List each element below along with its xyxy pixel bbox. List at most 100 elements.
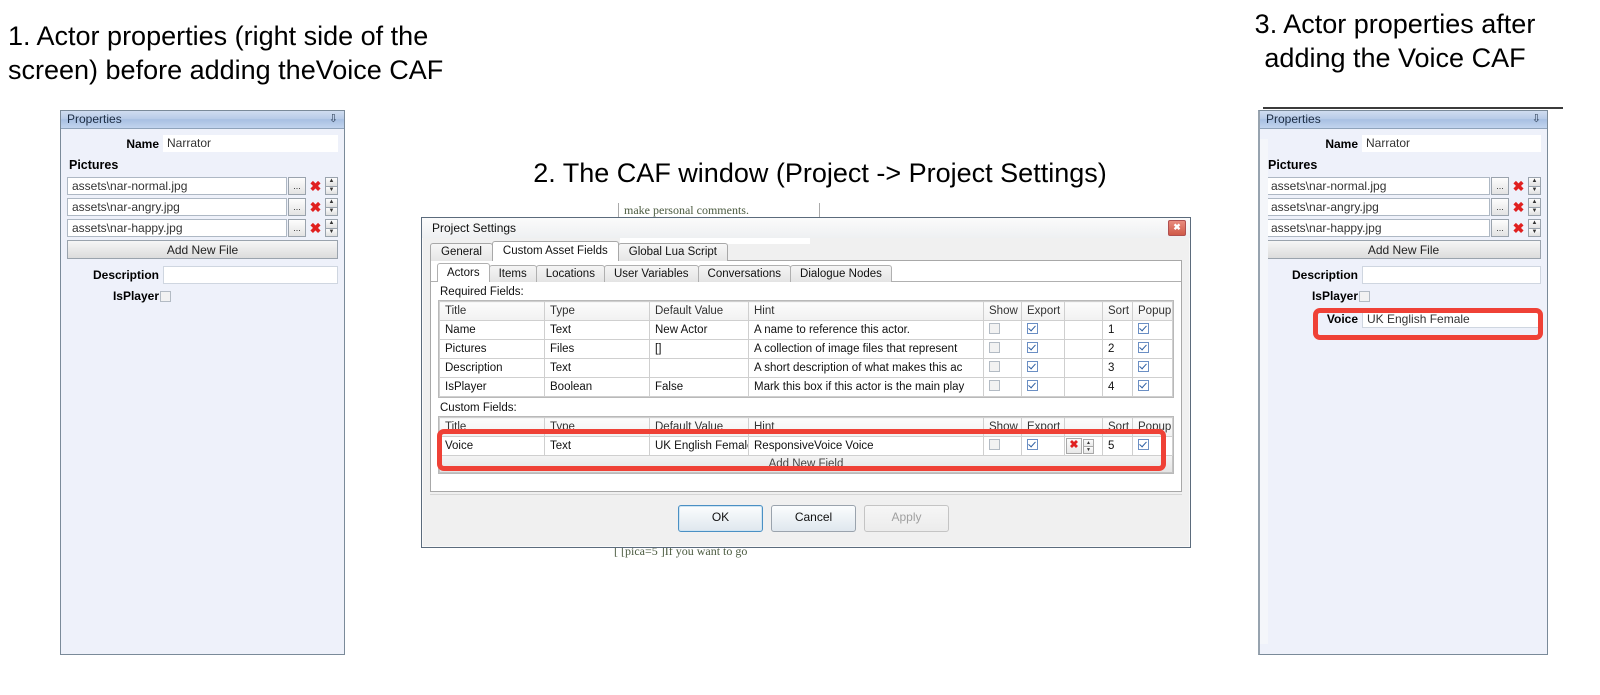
voice-field[interactable]: UK English Female — [1362, 310, 1541, 328]
cell-show[interactable] — [983, 339, 1022, 359]
browse-button[interactable]: ... — [288, 219, 306, 237]
picture-path-field[interactable]: assets\nar-angry.jpg — [67, 198, 287, 216]
tab-user-variables[interactable]: User Variables — [603, 265, 699, 282]
add-new-field-button[interactable]: Add New Field — [439, 456, 1173, 473]
background-text-line: make personal comments. — [624, 203, 749, 217]
export-checkbox[interactable] — [1027, 439, 1038, 450]
cell-default: [] — [649, 339, 749, 359]
cell-popup[interactable] — [1132, 377, 1173, 397]
cell-popup[interactable] — [1132, 358, 1173, 378]
pin-icon[interactable]: ⇩ — [329, 111, 338, 128]
sub-tab-bar: Actors Items Locations User Variables Co… — [431, 261, 1181, 282]
name-field[interactable]: Narrator — [1362, 135, 1541, 152]
browse-button[interactable]: ... — [1491, 219, 1509, 237]
cell-export[interactable] — [1021, 358, 1065, 378]
cell-popup[interactable] — [1132, 320, 1173, 340]
reorder-spinner[interactable]: ▲ ▼ — [1528, 198, 1541, 216]
export-checkbox[interactable] — [1027, 361, 1038, 372]
ok-button[interactable]: OK — [678, 505, 763, 532]
tab-conversations[interactable]: Conversations — [697, 265, 792, 282]
sort-spinner[interactable]: ▲ ▼ — [1083, 438, 1094, 454]
col-show: Show — [983, 417, 1022, 437]
reorder-spinner[interactable]: ▲ ▼ — [325, 219, 338, 237]
popup-checkbox[interactable] — [1138, 439, 1149, 450]
name-field[interactable]: Narrator — [163, 135, 338, 152]
tab-global-lua-script[interactable]: Global Lua Script — [617, 243, 728, 261]
cell-popup[interactable] — [1132, 339, 1173, 359]
show-checkbox[interactable] — [989, 380, 1000, 391]
remove-icon[interactable]: ✖ — [307, 177, 324, 195]
table-row[interactable]: Description Text A short description of … — [439, 358, 1173, 378]
delete-field-icon[interactable]: ✖ — [1066, 438, 1082, 454]
popup-checkbox[interactable] — [1138, 380, 1149, 391]
cell-export[interactable] — [1021, 436, 1065, 456]
tab-general[interactable]: General — [430, 243, 493, 261]
browse-button[interactable]: ... — [1491, 198, 1509, 216]
picture-path-field[interactable]: assets\nar-normal.jpg — [1266, 177, 1490, 195]
show-checkbox[interactable] — [989, 361, 1000, 372]
add-new-file-button[interactable]: Add New File — [1266, 240, 1541, 259]
description-field[interactable] — [163, 266, 338, 284]
reorder-spinner[interactable]: ▲ ▼ — [325, 177, 338, 195]
cell-show[interactable] — [983, 320, 1022, 340]
table-row[interactable]: Name Text New Actor A name to reference … — [439, 320, 1173, 340]
picture-path-field[interactable]: assets\nar-normal.jpg — [67, 177, 287, 195]
cell-show[interactable] — [983, 358, 1022, 378]
name-label: Name — [126, 136, 159, 151]
cell-export[interactable] — [1021, 377, 1065, 397]
reorder-spinner[interactable]: ▲ ▼ — [1528, 177, 1541, 195]
pin-icon[interactable]: ⇩ — [1532, 111, 1541, 128]
remove-icon[interactable]: ✖ — [1510, 177, 1527, 195]
show-checkbox[interactable] — [989, 323, 1000, 334]
cell-actions[interactable]: ✖ ▲ ▼ — [1064, 436, 1103, 456]
show-checkbox[interactable] — [989, 439, 1000, 450]
cell-show[interactable] — [983, 436, 1022, 456]
remove-icon[interactable]: ✖ — [307, 219, 324, 237]
table-row[interactable]: Pictures Files [] A collection of image … — [439, 339, 1173, 359]
picture-path-field[interactable]: assets\nar-angry.jpg — [1266, 198, 1490, 216]
col-title: Title — [439, 417, 545, 437]
remove-icon[interactable]: ✖ — [1510, 198, 1527, 216]
cell-hint: ResponsiveVoice Voice — [748, 436, 984, 456]
browse-button[interactable]: ... — [288, 177, 306, 195]
cell-export[interactable] — [1021, 320, 1065, 340]
tab-locations[interactable]: Locations — [535, 265, 605, 282]
cancel-button[interactable]: Cancel — [771, 505, 856, 532]
tab-custom-asset-fields[interactable]: Custom Asset Fields — [491, 241, 619, 261]
cell-popup[interactable] — [1132, 436, 1173, 456]
popup-checkbox[interactable] — [1138, 323, 1149, 334]
col-popup: Popup — [1132, 417, 1173, 437]
popup-checkbox[interactable] — [1138, 361, 1149, 372]
add-new-file-button[interactable]: Add New File — [67, 240, 338, 259]
apply-button[interactable]: Apply — [864, 505, 949, 532]
voice-label: Voice — [1326, 312, 1358, 326]
tab-dialogue-nodes[interactable]: Dialogue Nodes — [790, 265, 892, 282]
export-checkbox[interactable] — [1027, 342, 1038, 353]
cell-export[interactable] — [1021, 339, 1065, 359]
picture-path-field[interactable]: assets\nar-happy.jpg — [1266, 219, 1490, 237]
picture-path-field[interactable]: assets\nar-happy.jpg — [67, 219, 287, 237]
show-checkbox[interactable] — [989, 342, 1000, 353]
cell-show[interactable] — [983, 377, 1022, 397]
reorder-spinner[interactable]: ▲ ▼ — [1528, 219, 1541, 237]
export-checkbox[interactable] — [1027, 380, 1038, 391]
name-label: Name — [1325, 136, 1358, 151]
tab-items[interactable]: Items — [488, 265, 537, 282]
description-label: Description — [1291, 268, 1358, 282]
isplayer-checkbox[interactable] — [160, 290, 171, 302]
popup-checkbox[interactable] — [1138, 342, 1149, 353]
tab-actors[interactable]: Actors — [437, 263, 490, 282]
table-row[interactable]: IsPlayer Boolean False Mark this box if … — [439, 377, 1173, 397]
browse-button[interactable]: ... — [1491, 177, 1509, 195]
picture-file-row: assets\nar-happy.jpg ... ✖ ▲ ▼ — [1266, 219, 1541, 237]
reorder-spinner[interactable]: ▲ ▼ — [325, 198, 338, 216]
isplayer-checkbox[interactable] — [1359, 290, 1370, 302]
panel-scrollbar[interactable] — [1260, 139, 1268, 644]
description-field[interactable] — [1362, 266, 1541, 284]
close-icon[interactable]: ✖ — [1168, 220, 1186, 236]
table-row[interactable]: Voice Text UK English Female ResponsiveV… — [439, 436, 1173, 456]
export-checkbox[interactable] — [1027, 323, 1038, 334]
remove-icon[interactable]: ✖ — [1510, 219, 1527, 237]
browse-button[interactable]: ... — [288, 198, 306, 216]
remove-icon[interactable]: ✖ — [307, 198, 324, 216]
